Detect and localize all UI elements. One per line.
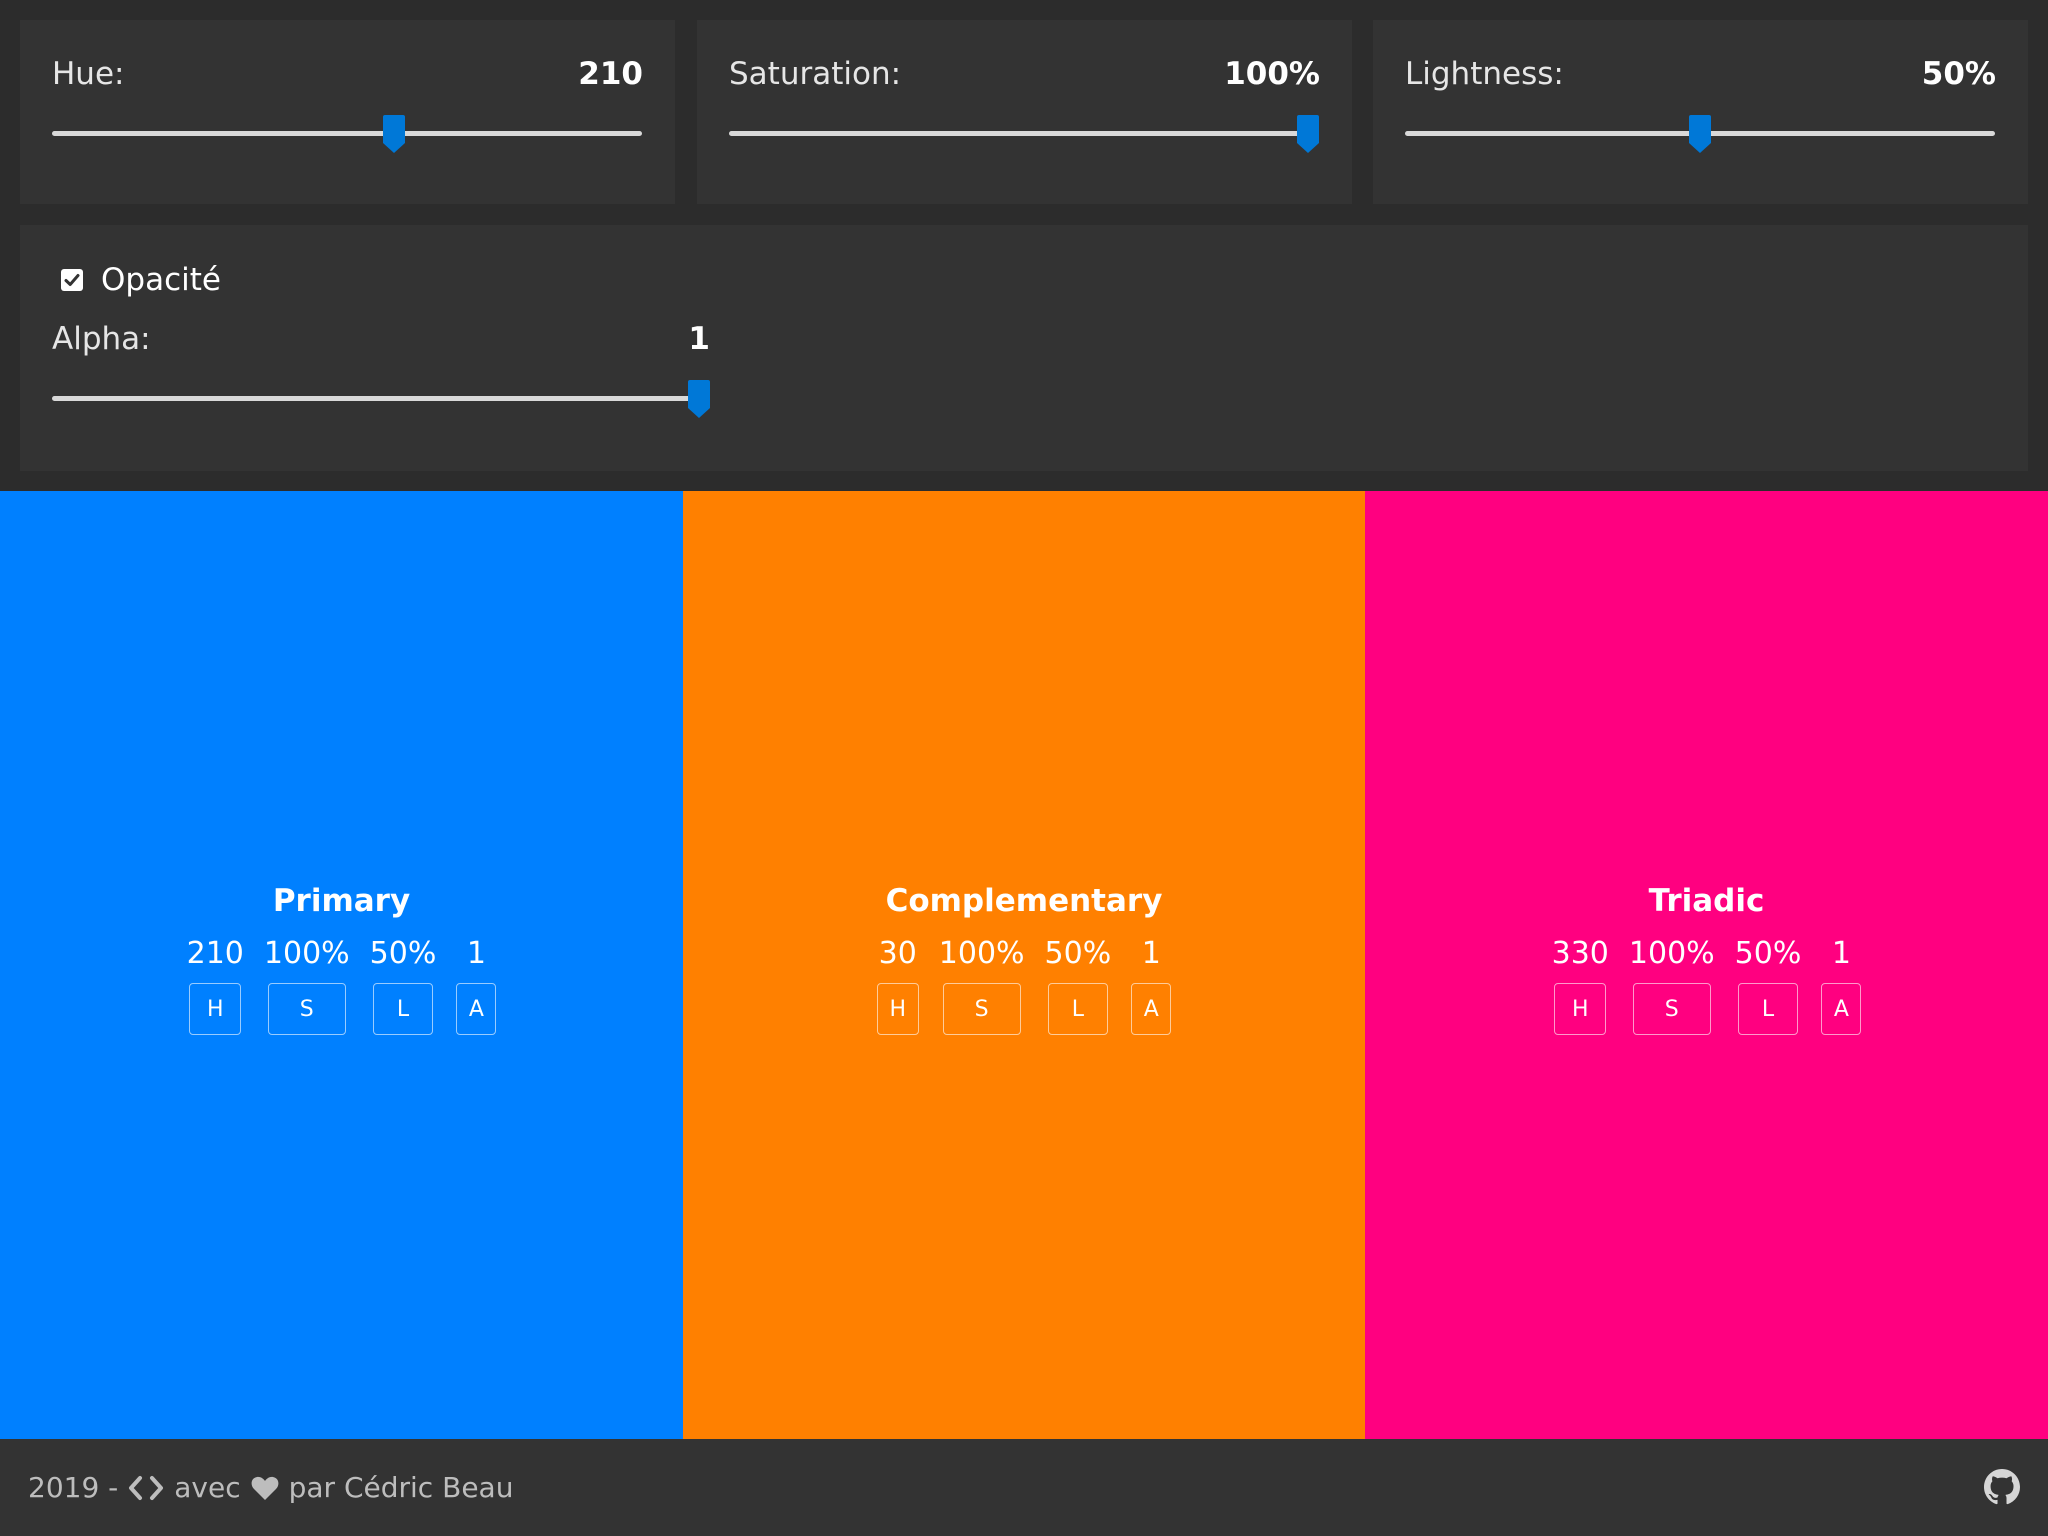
heart-icon <box>251 1475 279 1501</box>
copy-saturation-button[interactable]: S <box>1632 983 1711 1035</box>
saturation-value: 100% <box>1224 56 1320 92</box>
hue-slider-track[interactable] <box>52 131 642 136</box>
footer-author: par Cédric Beau <box>288 1471 514 1504</box>
alpha-readout: 1 <box>1831 936 1851 971</box>
copy-lightness-button[interactable]: L <box>1047 983 1108 1035</box>
footer-year: 2019 - <box>28 1471 119 1504</box>
color-panels: Primary 210 H 100% S 50% L 1 A Complementary… <box>0 491 2048 1439</box>
checkbox-checked-icon[interactable] <box>61 269 83 291</box>
lightness-readout: 50% <box>369 936 437 971</box>
saturation-readout: 100% <box>263 936 350 971</box>
github-icon[interactable] <box>1984 1469 2020 1505</box>
copy-hue-button[interactable]: H <box>189 983 242 1035</box>
alpha-slider-thumb[interactable] <box>688 380 710 418</box>
copy-saturation-button[interactable]: S <box>942 983 1021 1035</box>
lightness-value: 50% <box>1921 56 1996 92</box>
hue-readout: 30 <box>878 936 917 971</box>
alpha-value: 1 <box>688 321 710 357</box>
hue-slider-thumb[interactable] <box>383 115 406 153</box>
panel-title: Primary <box>272 883 411 919</box>
footer-credits: 2019 - avec par Cédric Beau <box>28 1439 513 1536</box>
footer: 2019 - avec par Cédric Beau <box>0 1439 2048 1536</box>
copy-alpha-button[interactable]: A <box>1821 983 1862 1035</box>
copy-hue-button[interactable]: H <box>876 983 919 1035</box>
hue-readout: 330 <box>1551 936 1609 971</box>
lightness-label: Lightness: <box>1405 56 1564 92</box>
panel-title: Triadic <box>1648 883 1765 919</box>
copy-alpha-button[interactable]: A <box>456 983 497 1035</box>
alpha-readout: 1 <box>1141 936 1161 971</box>
hue-card: Hue: 210 <box>20 20 675 204</box>
lightness-readout: 50% <box>1044 936 1112 971</box>
copy-lightness-button[interactable]: L <box>373 983 434 1035</box>
panel-complementary: Complementary 30 H 100% S 50% L 1 A <box>683 491 1365 1439</box>
saturation-label: Saturation: <box>729 56 902 92</box>
saturation-slider-thumb[interactable] <box>1297 115 1319 153</box>
controls-area: Hue: 210 Saturation: 100% Lightness: 50%… <box>0 0 2048 491</box>
opacity-label: Opacité <box>101 262 221 298</box>
hue-readout: 210 <box>186 936 244 971</box>
saturation-slider-track[interactable] <box>729 131 1319 136</box>
saturation-readout: 100% <box>938 936 1025 971</box>
saturation-readout: 100% <box>1628 936 1715 971</box>
saturation-card: Saturation: 100% <box>697 20 1352 204</box>
opacity-toggle[interactable]: Opacité <box>61 262 221 298</box>
panel-triadic: Triadic 330 H 100% S 50% L 1 A <box>1365 491 2048 1439</box>
alpha-slider-track[interactable] <box>52 396 710 401</box>
copy-saturation-button[interactable]: S <box>267 983 346 1035</box>
panel-title: Complementary <box>885 883 1163 919</box>
copy-alpha-button[interactable]: A <box>1131 983 1172 1035</box>
hue-value: 210 <box>578 56 643 92</box>
lightness-card: Lightness: 50% <box>1373 20 2028 204</box>
hue-label: Hue: <box>52 56 125 92</box>
footer-avec: avec <box>174 1471 241 1504</box>
panel-primary: Primary 210 H 100% S 50% L 1 A <box>0 491 683 1439</box>
code-icon <box>128 1475 164 1501</box>
opacity-card: Opacité Alpha: 1 <box>20 225 2028 471</box>
copy-hue-button[interactable]: H <box>1554 983 1607 1035</box>
lightness-slider-thumb[interactable] <box>1689 115 1711 153</box>
lightness-readout: 50% <box>1734 936 1802 971</box>
alpha-readout: 1 <box>466 936 486 971</box>
copy-lightness-button[interactable]: L <box>1738 983 1799 1035</box>
